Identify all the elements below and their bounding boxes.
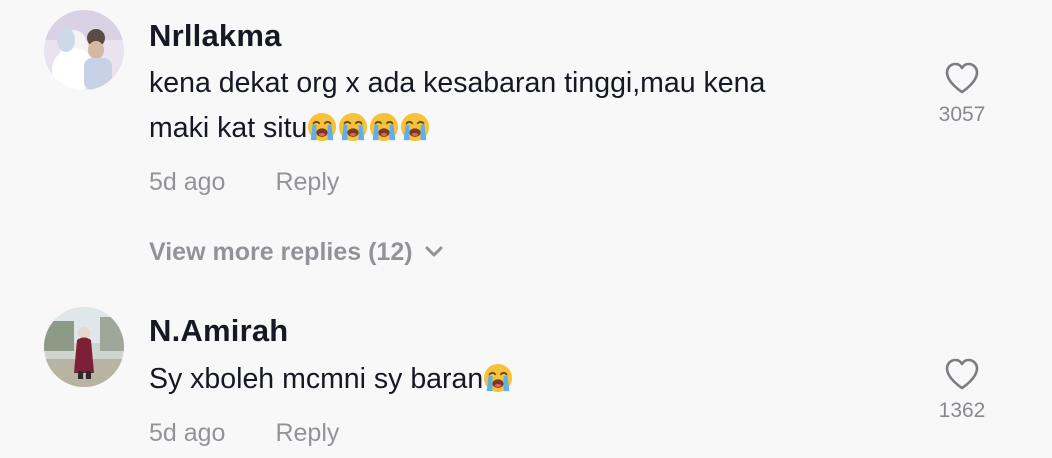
like-group: 1362 <box>912 357 1012 423</box>
reply-button[interactable]: Reply <box>275 168 339 196</box>
comment-text-line: Sy xboleh mcmni sy baran <box>149 357 869 402</box>
comment-text: kena dekat org x ada kesabaran tinggi,ma… <box>149 61 869 151</box>
crying-face-emoji-icon <box>369 111 399 142</box>
like-count: 3057 <box>938 103 986 126</box>
comment-meta: 5d ago Reply <box>149 167 339 197</box>
avatar-image <box>44 307 124 387</box>
comment-text-line: maki kat situ <box>149 106 869 151</box>
crying-face-emoji-icon <box>483 362 513 393</box>
like-count: 1362 <box>938 399 986 422</box>
comment-text: Sy xboleh mcmni sy baran <box>149 357 869 402</box>
comment-username[interactable]: N.Amirah <box>149 313 288 349</box>
comment-time: 5d ago <box>149 419 226 447</box>
view-more-replies-button[interactable]: View more replies (12) <box>149 236 443 268</box>
comment-text-line: kena dekat org x ada kesabaran tinggi,ma… <box>149 67 766 99</box>
chevron-down-icon <box>425 246 443 257</box>
emoji-group <box>307 112 431 144</box>
comment-text-segment: maki kat situ <box>149 112 308 144</box>
comment-time: 5d ago <box>149 168 226 196</box>
comment-username[interactable]: Nrllakma <box>149 18 282 54</box>
comment-text-segment: Sy xboleh mcmni sy baran <box>149 363 484 395</box>
crying-face-emoji-icon <box>307 111 337 142</box>
avatar[interactable] <box>44 307 124 387</box>
emoji-group <box>483 363 514 395</box>
heart-icon[interactable] <box>944 61 980 95</box>
crying-face-emoji-icon <box>338 111 368 142</box>
view-more-replies-label: View more replies (12) <box>149 238 413 266</box>
reply-button[interactable]: Reply <box>275 419 339 447</box>
comment-meta: 5d ago Reply <box>149 418 339 448</box>
heart-icon[interactable] <box>944 357 980 391</box>
like-group: 3057 <box>912 61 1012 127</box>
avatar[interactable] <box>44 10 124 90</box>
avatar-image <box>44 10 124 90</box>
crying-face-emoji-icon <box>400 111 430 142</box>
